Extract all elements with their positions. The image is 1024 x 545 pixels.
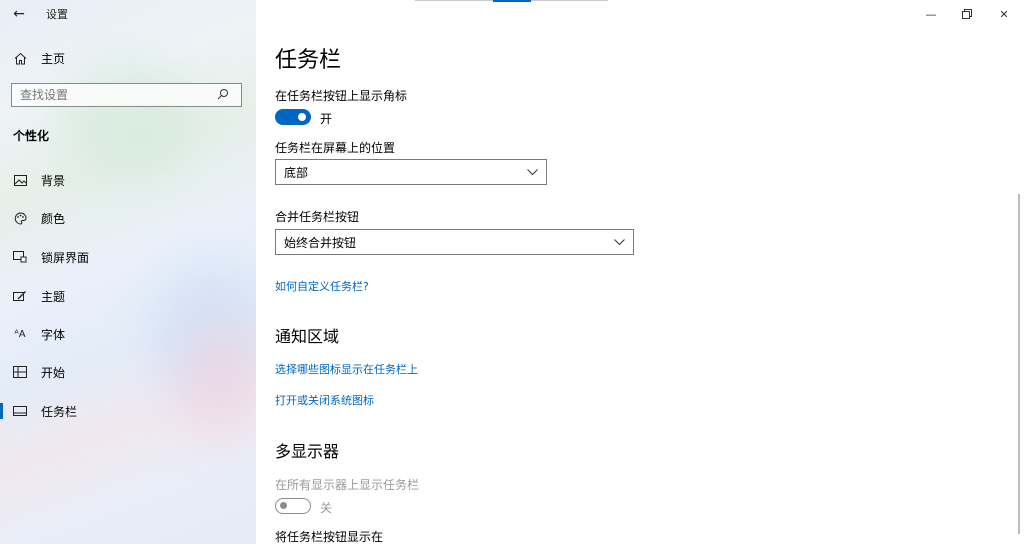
scrollbar[interactable] [1018, 194, 1020, 534]
page-title: 任务栏 [275, 48, 342, 73]
sidebar-item-home[interactable]: 主页 [0, 46, 65, 70]
sidebar-item-label: 任务栏 [41, 404, 78, 419]
sidebar-item-label: 主题 [41, 289, 66, 304]
combine-label: 合并任务栏按钮 [275, 210, 360, 224]
sidebar-item-label: 字体 [41, 327, 66, 342]
customize-taskbar-link[interactable]: 如何自定义任务栏? [275, 278, 369, 294]
toggle-knob [298, 113, 306, 121]
sidebar-item-colors[interactable]: 颜色 [0, 206, 256, 230]
all-displays-toggle-text: 关 [320, 501, 333, 515]
lock-screen-icon [13, 250, 27, 264]
start-grid-icon [13, 365, 27, 379]
position-value: 底部 [284, 165, 309, 180]
sidebar-item-lock-screen[interactable]: 锁屏界面 [0, 245, 256, 269]
sidebar-item-start[interactable]: 开始 [0, 360, 256, 384]
sidebar-item-label: 主页 [41, 51, 66, 66]
badges-toggle-text: 开 [320, 112, 333, 126]
search-icon[interactable] [217, 88, 235, 103]
background-blur [60, 60, 200, 180]
combine-dropdown[interactable]: 始终合并按钮 [275, 229, 634, 255]
sidebar-item-label: 锁屏界面 [41, 250, 90, 265]
taskbar-icon [13, 404, 27, 418]
sidebar-item-label: 颜色 [41, 211, 66, 226]
all-displays-label: 在所有显示器上显示任务栏 [275, 478, 420, 492]
all-displays-toggle[interactable] [275, 498, 311, 514]
position-dropdown[interactable]: 底部 [275, 159, 547, 185]
back-arrow-icon[interactable]: ← [0, 6, 38, 22]
main-panel: 任务栏 在任务栏按钮上显示角标 开 任务栏在屏幕上的位置 底部 合并任务栏按钮 … [256, 0, 1024, 544]
sidebar-item-taskbar[interactable]: 任务栏 [0, 399, 256, 423]
app-title: 设置 [46, 8, 68, 21]
select-icons-link[interactable]: 选择哪些图标显示在任务栏上 [275, 361, 418, 377]
palette-icon [13, 211, 27, 225]
sidebar-item-background[interactable]: 背景 [0, 168, 256, 192]
sidebar-item-fonts[interactable]: ᴬA 字体 [0, 322, 256, 346]
active-indicator [0, 403, 3, 419]
system-icons-link[interactable]: 打开或关闭系统图标 [275, 392, 374, 408]
section-title: 个性化 [13, 129, 50, 143]
sidebar-item-label: 开始 [41, 365, 66, 380]
combine-value: 始终合并按钮 [284, 235, 357, 250]
multiple-displays-heading: 多显示器 [275, 442, 340, 461]
home-icon [13, 51, 27, 65]
notification-area-heading: 通知区域 [275, 327, 340, 346]
font-icon: ᴬA [14, 328, 26, 340]
sidebar-item-label: 背景 [41, 173, 66, 188]
search-input[interactable] [12, 87, 217, 103]
chevron-down-icon [614, 235, 625, 249]
chevron-down-icon [527, 165, 538, 179]
position-label: 任务栏在屏幕上的位置 [275, 141, 396, 155]
badges-label: 在任务栏按钮上显示角标 [275, 89, 408, 103]
search-box[interactable] [11, 83, 242, 107]
picture-icon [13, 173, 27, 187]
title-bar: ← 设置 [0, 0, 256, 28]
sidebar: ← 设置 主页 个性化 背景 颜色 锁屏界面 主 [0, 0, 256, 544]
toggle-knob [280, 502, 287, 509]
sidebar-item-themes[interactable]: 主题 [0, 284, 256, 308]
show-buttons-on-label: 将任务栏按钮显示在 [275, 530, 384, 544]
badges-toggle[interactable] [275, 109, 311, 125]
theme-brush-icon [13, 289, 27, 303]
